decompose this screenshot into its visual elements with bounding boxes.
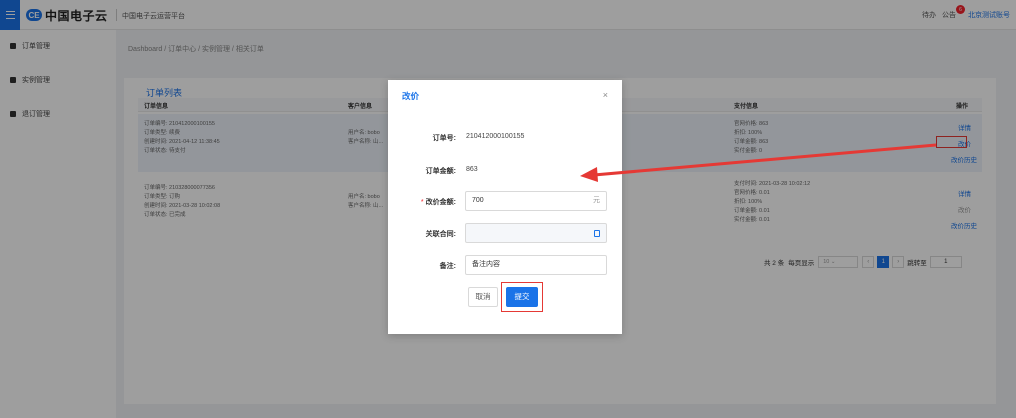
arrow-head-icon [580,167,598,182]
arrow-line [593,143,937,177]
annotation-arrow [580,143,937,182]
